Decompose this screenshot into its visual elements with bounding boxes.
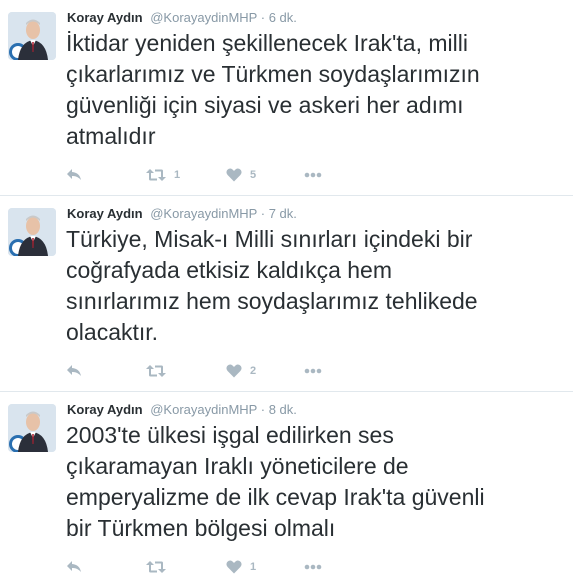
like-button[interactable]: 1 xyxy=(226,557,256,577)
reply-icon xyxy=(67,365,81,376)
timestamp[interactable]: 8 dk. xyxy=(269,402,297,417)
tweet-header: Koray Aydın @KorayaydinMHP · 6 dk. xyxy=(67,9,297,27)
tweet-text: İktidar yeniden şekillenecek Irak'ta, mi… xyxy=(66,30,480,149)
tweet[interactable]: Koray Aydın @KorayaydinMHP · 7 dk. Türki… xyxy=(0,196,573,392)
timestamp[interactable]: 6 dk. xyxy=(269,10,297,25)
more-button[interactable] xyxy=(304,557,322,577)
avatar-portrait-icon xyxy=(8,208,56,256)
separator: · xyxy=(260,402,266,417)
like-button[interactable]: 2 xyxy=(226,361,256,381)
more-button[interactable] xyxy=(304,361,322,381)
timestamp[interactable]: 7 dk. xyxy=(269,206,297,221)
author-handle[interactable]: @KorayaydinMHP xyxy=(150,10,257,25)
like-count: 1 xyxy=(250,561,257,573)
reply-button[interactable] xyxy=(66,361,82,381)
reply-button[interactable] xyxy=(66,557,82,577)
heart-icon xyxy=(226,364,242,378)
heart-icon xyxy=(226,168,242,182)
more-dots-icon xyxy=(304,172,322,178)
avatar-portrait-icon xyxy=(8,12,56,60)
author-name[interactable]: Koray Aydın xyxy=(67,206,143,221)
author-name[interactable]: Koray Aydın xyxy=(67,10,143,25)
retweet-icon xyxy=(146,365,166,377)
retweet-button[interactable]: 1 xyxy=(146,165,180,185)
retweet-button[interactable] xyxy=(146,557,174,577)
avatar[interactable] xyxy=(8,12,56,60)
like-count: 5 xyxy=(250,169,257,181)
tweet-actions: 1 5 xyxy=(66,165,366,185)
author-handle[interactable]: @KorayaydinMHP xyxy=(150,402,257,417)
retweet-icon xyxy=(146,169,166,181)
avatar-portrait-icon xyxy=(8,404,56,452)
tweet-text: Türkiye, Misak-ı Milli sınırları içindek… xyxy=(66,226,478,345)
tweet-text: 2003'te ülkesi işgal edilirken ses çıkar… xyxy=(66,422,485,541)
tweet-header: Koray Aydın @KorayaydinMHP · 7 dk. xyxy=(67,205,297,223)
tweet-timeline: Koray Aydın @KorayaydinMHP · 6 dk. İktid… xyxy=(0,0,573,587)
reply-button[interactable] xyxy=(66,165,82,185)
heart-icon xyxy=(226,560,242,574)
tweet[interactable]: Koray Aydın @KorayaydinMHP · 6 dk. İktid… xyxy=(0,0,573,196)
separator: · xyxy=(260,206,266,221)
retweet-count: 1 xyxy=(174,169,181,181)
reply-icon xyxy=(67,169,81,180)
tweet-actions: 1 xyxy=(66,557,366,577)
author-handle[interactable]: @KorayaydinMHP xyxy=(150,206,257,221)
avatar[interactable] xyxy=(8,404,56,452)
separator: · xyxy=(260,10,266,25)
tweet-actions: 2 xyxy=(66,361,366,381)
like-button[interactable]: 5 xyxy=(226,165,256,185)
like-count: 2 xyxy=(250,365,257,377)
more-dots-icon xyxy=(304,564,322,570)
retweet-icon xyxy=(146,561,166,573)
retweet-button[interactable] xyxy=(146,361,174,381)
reply-icon xyxy=(67,561,81,572)
more-button[interactable] xyxy=(304,165,322,185)
tweet-header: Koray Aydın @KorayaydinMHP · 8 dk. xyxy=(67,401,297,419)
more-dots-icon xyxy=(304,368,322,374)
tweet[interactable]: Koray Aydın @KorayaydinMHP · 8 dk. 2003'… xyxy=(0,392,573,588)
author-name[interactable]: Koray Aydın xyxy=(67,402,143,417)
avatar[interactable] xyxy=(8,208,56,256)
